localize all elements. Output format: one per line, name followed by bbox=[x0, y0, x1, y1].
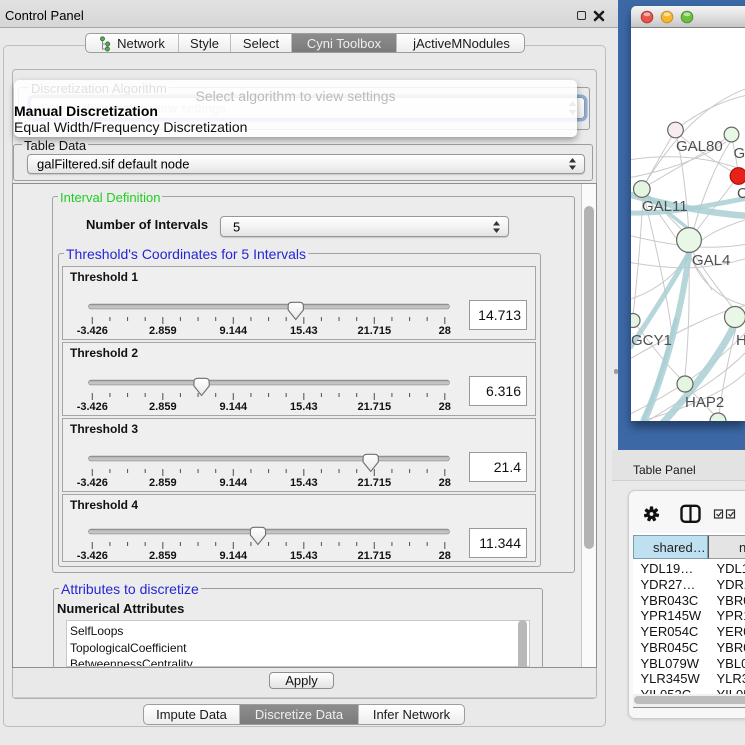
svg-text:GA: GA bbox=[734, 145, 745, 162]
svg-text:HAP2: HAP2 bbox=[685, 394, 724, 411]
svg-text:HA: HA bbox=[736, 332, 745, 349]
svg-text:GAL80: GAL80 bbox=[676, 138, 723, 155]
svg-text:GCY1: GCY1 bbox=[631, 332, 672, 349]
svg-text:CY: CY bbox=[737, 185, 745, 202]
svg-text:GAL4: GAL4 bbox=[692, 252, 730, 269]
svg-text:GAL11: GAL11 bbox=[642, 198, 688, 215]
